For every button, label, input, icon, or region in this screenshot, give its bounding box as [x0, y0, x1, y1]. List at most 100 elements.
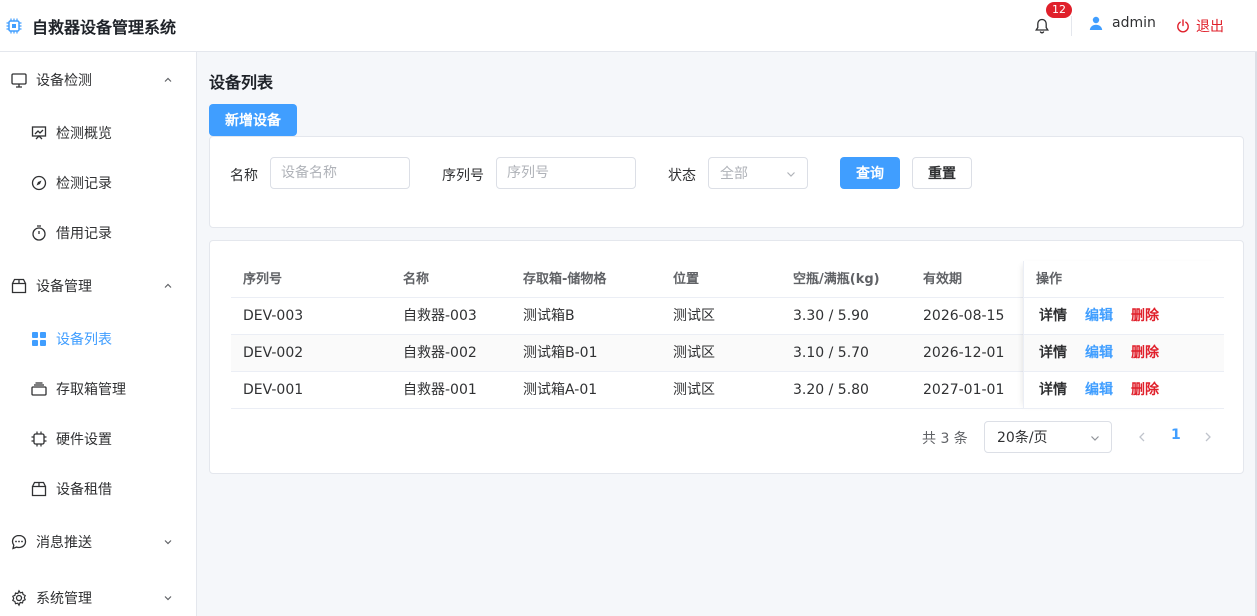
chevron-down-icon	[785, 168, 797, 180]
top-header: 自救器设备管理系统 12 admin 退出	[0, 0, 1257, 52]
sidebar-item-label: 检测记录	[56, 176, 112, 192]
bell-icon[interactable]	[1032, 16, 1052, 36]
table-row: DEV-001 自救器-001 测试箱A-01 测试区 3.20 / 5.80 …	[231, 372, 1224, 409]
device-table-card: 序列号 名称 存取箱-储物格 位置 空瓶/满瓶(kg) 有效期 操作 DEV-0…	[209, 240, 1244, 474]
sidebar-group-label: 系统管理	[36, 591, 92, 607]
sidebar-group-message-push[interactable]: 消息推送	[0, 517, 196, 567]
status-filter-select[interactable]: 全部	[708, 157, 808, 189]
sidebar-item-hardware-settings[interactable]: 硬件设置	[0, 414, 196, 464]
delete-link[interactable]: 删除	[1131, 335, 1159, 372]
table-row: DEV-003 自救器-003 测试箱B 测试区 3.30 / 5.90 202…	[231, 298, 1224, 335]
box-icon	[30, 480, 48, 498]
tray-icon	[30, 380, 48, 398]
add-device-button[interactable]: 新增设备	[209, 104, 297, 136]
cell-box-slot: 测试箱B	[523, 308, 575, 324]
column-header-name: 名称	[403, 272, 430, 287]
delete-link[interactable]: 删除	[1131, 298, 1159, 335]
prev-page-button[interactable]	[1136, 429, 1148, 445]
page-size-value: 20条/页	[997, 430, 1048, 446]
cell-serial: DEV-002	[243, 345, 304, 361]
sidebar: 设备检测 检测概览 检测记录 借用记录 设备管理 设备列表 存取箱管理 硬件设置…	[0, 52, 197, 616]
table-header: 序列号 名称 存取箱-储物格 位置 空瓶/满瓶(kg) 有效期 操作	[231, 261, 1224, 298]
sidebar-item-storage-box-management[interactable]: 存取箱管理	[0, 364, 196, 414]
column-header-box-slot: 存取箱-储物格	[523, 272, 607, 287]
cell-name: 自救器-002	[403, 345, 477, 361]
power-icon	[1176, 19, 1190, 33]
cell-box-slot: 测试箱B-01	[523, 345, 598, 361]
sidebar-group-system-management[interactable]: 系统管理	[0, 573, 196, 616]
cell-location: 测试区	[673, 382, 715, 398]
grid-icon	[30, 330, 48, 348]
gear-icon	[10, 589, 28, 607]
status-filter-label: 状态	[668, 168, 696, 184]
chevron-up-icon	[162, 74, 174, 86]
sidebar-group-label: 设备管理	[36, 279, 92, 295]
sidebar-item-device-list[interactable]: 设备列表	[0, 314, 196, 364]
detail-link[interactable]: 详情	[1039, 335, 1067, 372]
cell-weight: 3.10 / 5.70	[793, 345, 869, 361]
sidebar-group-label: 消息推送	[36, 535, 92, 551]
cell-box-slot: 测试箱A-01	[523, 382, 598, 398]
edit-link[interactable]: 编辑	[1085, 335, 1113, 372]
sidebar-item-device-rental[interactable]: 设备租借	[0, 464, 196, 514]
status-select-value: 全部	[720, 166, 748, 182]
username: admin	[1112, 15, 1156, 31]
stopwatch-icon	[30, 224, 48, 242]
chip-logo-icon	[6, 18, 22, 34]
name-filter-label: 名称	[230, 168, 258, 184]
logout-label: 退出	[1196, 19, 1224, 35]
next-page-button[interactable]	[1202, 429, 1214, 445]
box-icon	[10, 277, 28, 295]
sidebar-group-label: 设备检测	[36, 73, 92, 89]
current-page-number[interactable]: 1	[1171, 427, 1181, 443]
cell-weight: 3.30 / 5.90	[793, 308, 869, 324]
brand: 自救器设备管理系统	[6, 14, 176, 38]
sidebar-item-label: 设备租借	[56, 482, 112, 498]
cell-serial: DEV-003	[243, 308, 304, 324]
chat-bubble-icon	[10, 533, 28, 551]
table-row: DEV-002 自救器-002 测试箱B-01 测试区 3.10 / 5.70 …	[231, 335, 1224, 372]
sidebar-item-label: 存取箱管理	[56, 382, 126, 398]
logout-button[interactable]: 退出	[1176, 16, 1224, 36]
sidebar-group-device-detection[interactable]: 设备检测	[0, 55, 196, 105]
sidebar-item-label: 借用记录	[56, 226, 112, 242]
serial-filter-input[interactable]	[496, 157, 636, 189]
monitor-icon	[10, 71, 28, 89]
chevron-down-icon	[162, 536, 174, 548]
cell-name: 自救器-001	[403, 382, 477, 398]
name-filter-input[interactable]	[270, 157, 410, 189]
page-size-select[interactable]: 20条/页	[984, 421, 1112, 453]
filter-panel: 名称 序列号 状态 全部 查询 重置	[209, 136, 1244, 228]
user-icon	[1088, 15, 1104, 31]
edit-link[interactable]: 编辑	[1085, 298, 1113, 335]
page-title: 设备列表	[209, 73, 274, 92]
notification-badge: 12	[1046, 2, 1072, 18]
sidebar-group-device-management[interactable]: 设备管理	[0, 261, 196, 311]
cell-expiry: 2026-08-15	[923, 308, 1005, 324]
compass-icon	[30, 174, 48, 192]
edit-link[interactable]: 编辑	[1085, 372, 1113, 409]
delete-link[interactable]: 删除	[1131, 372, 1159, 409]
cell-serial: DEV-001	[243, 382, 304, 398]
column-header-expiry: 有效期	[923, 272, 963, 287]
user-menu[interactable]: admin	[1088, 15, 1156, 31]
pagination-total: 共 3 条	[922, 431, 968, 447]
cell-expiry: 2027-01-01	[923, 382, 1005, 398]
serial-filter-label: 序列号	[442, 168, 484, 184]
header-divider	[1071, 16, 1072, 36]
sidebar-item-detection-records[interactable]: 检测记录	[0, 158, 196, 208]
cell-expiry: 2026-12-01	[923, 345, 1005, 361]
app-title: 自救器设备管理系统	[32, 18, 177, 37]
sidebar-item-detection-overview[interactable]: 检测概览	[0, 108, 196, 158]
sidebar-item-borrow-records[interactable]: 借用记录	[0, 208, 196, 258]
detail-link[interactable]: 详情	[1039, 298, 1067, 335]
reset-button[interactable]: 重置	[912, 157, 972, 189]
column-header-weight: 空瓶/满瓶(kg)	[793, 272, 880, 287]
query-button[interactable]: 查询	[840, 157, 900, 189]
column-header-location: 位置	[673, 272, 700, 287]
detail-link[interactable]: 详情	[1039, 372, 1067, 409]
cell-name: 自救器-003	[403, 308, 477, 324]
chevron-down-icon	[162, 592, 174, 604]
sidebar-item-label: 设备列表	[56, 332, 112, 348]
column-header-serial: 序列号	[243, 272, 283, 287]
